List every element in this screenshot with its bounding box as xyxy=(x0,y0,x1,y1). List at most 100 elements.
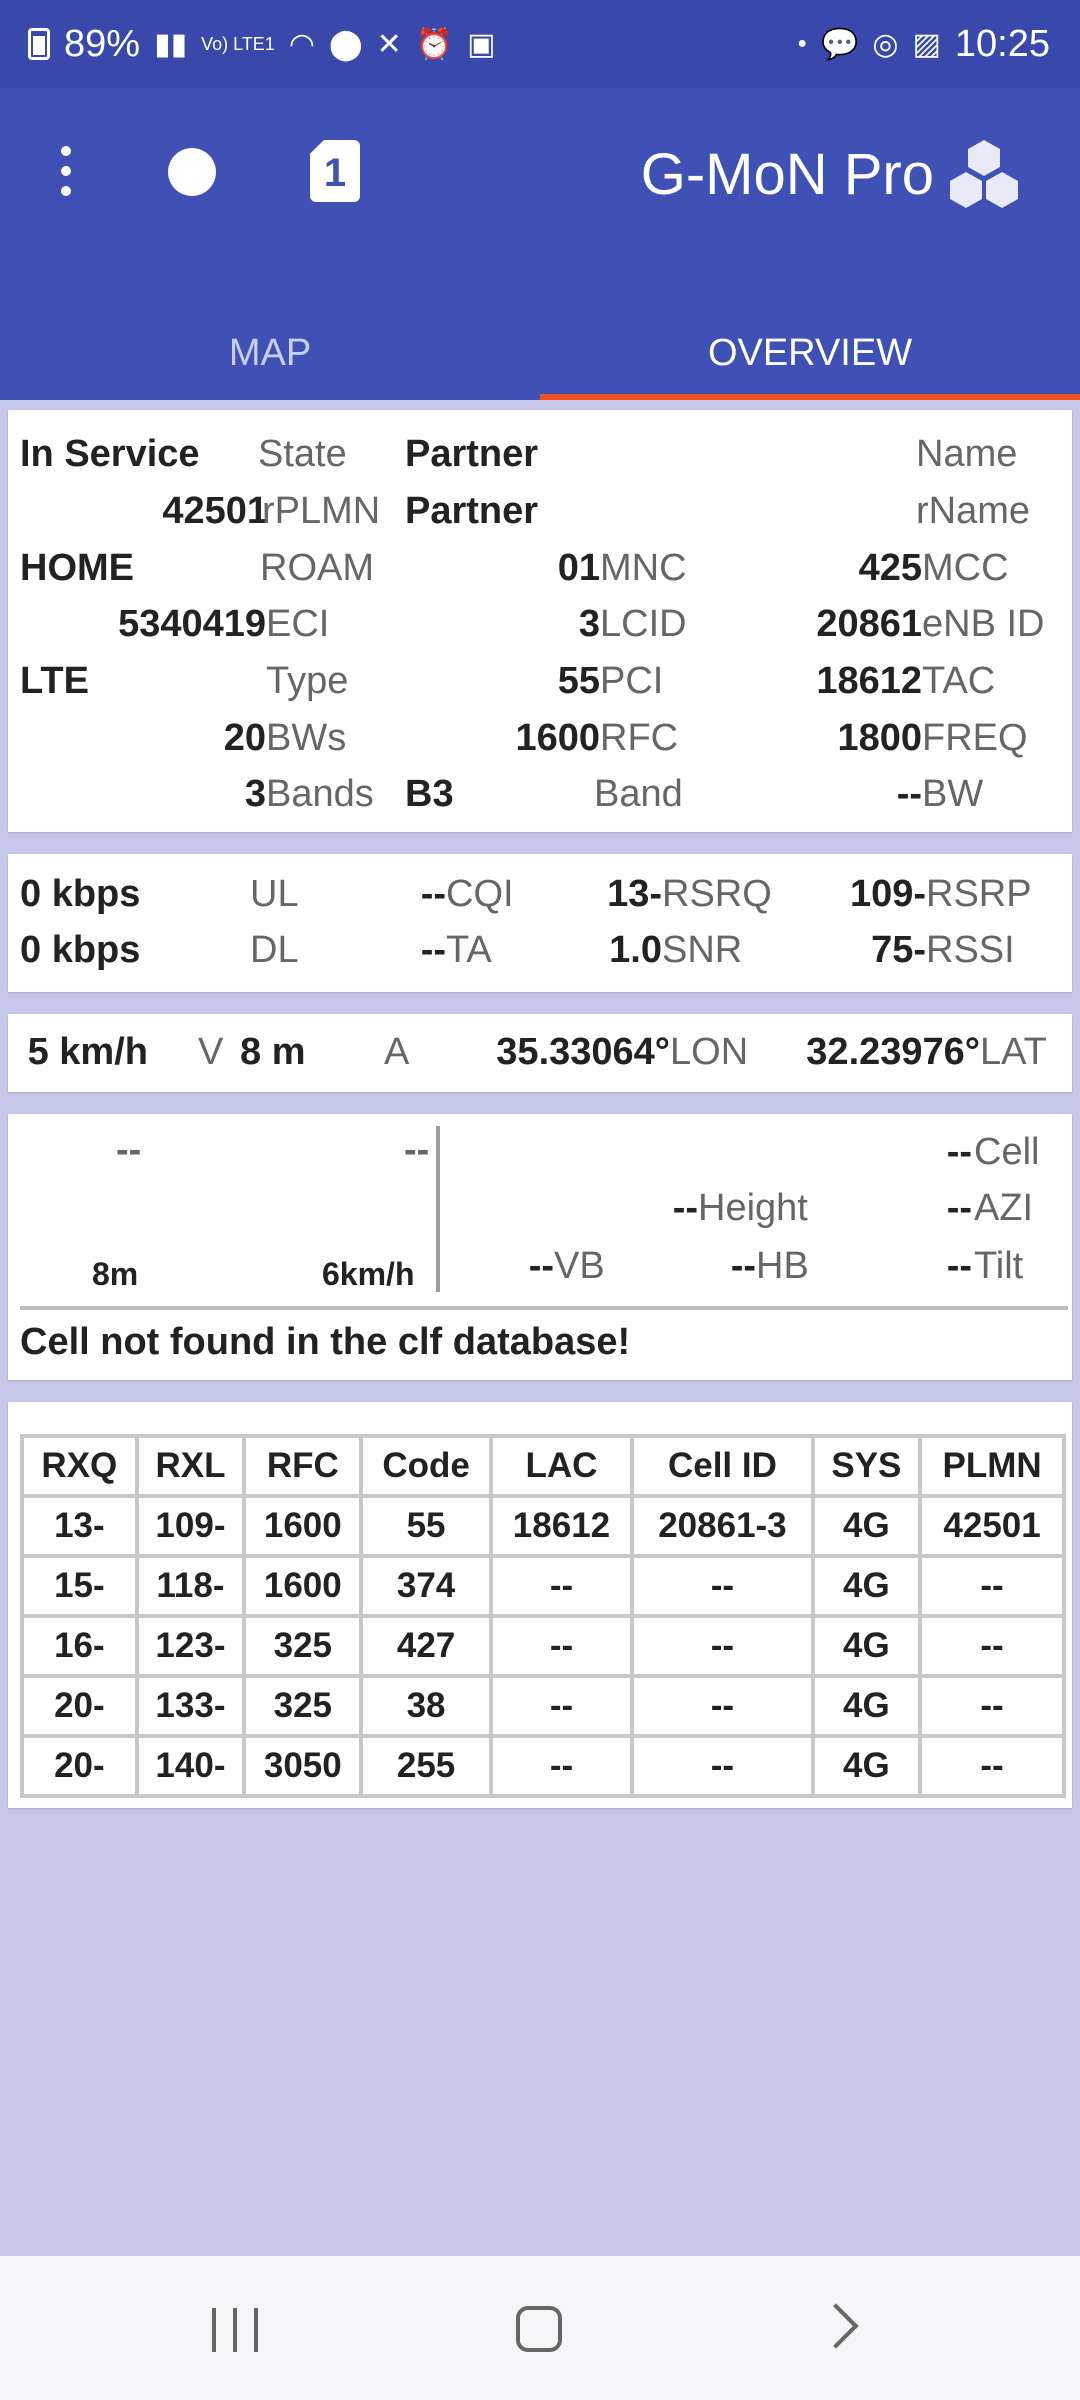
table-cell: -- xyxy=(488,1614,635,1678)
cqi-value: -- xyxy=(420,873,446,915)
table-cell: 20861-3 xyxy=(630,1494,815,1558)
lon-value: 35.33064° xyxy=(496,1031,670,1073)
table-cell: 325 xyxy=(242,1674,364,1738)
table-cell: 4G xyxy=(810,1674,923,1738)
cell-value: -- xyxy=(946,1131,972,1173)
rname-value: Partner xyxy=(405,490,539,532)
column-header-rfc: RFC xyxy=(242,1434,364,1498)
vertical-divider xyxy=(436,1126,440,1292)
altitude-label: A xyxy=(384,1031,410,1073)
column-header-code: Code xyxy=(359,1434,493,1498)
hb-value: -- xyxy=(730,1245,756,1287)
location-card: 5 km/h V 8 m A 35.33064° LON 32.23976° L… xyxy=(8,1014,1072,1092)
azi-value: -- xyxy=(946,1187,972,1229)
freq-value: 1800 xyxy=(837,717,922,759)
table-cell: 4G xyxy=(810,1614,923,1678)
rplmn-label: rPLMN xyxy=(262,490,381,532)
freq-label: FREQ xyxy=(922,717,1028,759)
more-options-icon[interactable] xyxy=(56,146,76,204)
alarm-icon: ⏰ xyxy=(415,27,454,61)
enb-id-value: 20861 xyxy=(816,603,922,645)
type-value: LTE xyxy=(20,660,89,702)
serving-cell-card: In Service State Partner Name 42501 rPLM… xyxy=(8,410,1072,832)
table-cell: -- xyxy=(488,1734,635,1798)
pci-label: PCI xyxy=(600,660,664,702)
ta-value: -- xyxy=(420,929,446,971)
table-cell: 255 xyxy=(359,1734,493,1798)
table-cell: -- xyxy=(488,1674,635,1738)
rsrp-value: 109- xyxy=(849,873,926,915)
system-navigation-bar xyxy=(0,2256,1080,2400)
clf-message: Cell not found in the clf database! xyxy=(20,1321,631,1363)
ta-label: TA xyxy=(446,929,492,971)
table-cell: 118- xyxy=(134,1554,247,1618)
clock: 10:25 xyxy=(954,22,1050,65)
sim-card-icon[interactable]: 1 xyxy=(310,140,360,202)
rname-label: rName xyxy=(916,490,1031,532)
table-cell: 18612 xyxy=(488,1494,635,1558)
mcc-value: 425 xyxy=(858,547,922,589)
lcid-label: LCID xyxy=(600,603,687,645)
home-value: HOME xyxy=(20,547,134,589)
snr-value: 1.0 xyxy=(609,929,662,971)
recent-apps-icon[interactable] xyxy=(212,2308,258,2352)
bw-label: BW xyxy=(922,773,984,815)
app-bar: 1 G-MoN Pro MAP OVERVIEW xyxy=(0,88,1080,400)
signal-card: 0 kbps UL -- CQI 13- RSRQ 109- RSRP 0 kb… xyxy=(8,854,1072,992)
location-icon: ⬤ xyxy=(329,27,363,61)
column-header-rxl: RXL xyxy=(134,1434,247,1498)
table-cell: 15- xyxy=(20,1554,139,1618)
speed-value: 5 km/h xyxy=(27,1031,148,1073)
bw-value: -- xyxy=(896,773,922,815)
status-bar: 89% ▮▮ Vo) LTE1 ◠ ⬤ ✕ ⏰ ▣ ● 💬 ◎ ▨ 10:25 xyxy=(0,0,1080,88)
eci-value: 5340419 xyxy=(118,603,266,645)
table-cell: 427 xyxy=(359,1614,493,1678)
table-cell: 20- xyxy=(20,1674,139,1738)
tab-bar: MAP OVERVIEW xyxy=(0,318,1080,400)
band-value: B3 xyxy=(405,773,454,815)
mnc-value: 01 xyxy=(557,547,600,589)
tac-label: TAC xyxy=(922,660,996,702)
bws-label: BWs xyxy=(266,717,347,759)
table-cell: -- xyxy=(630,1614,815,1678)
lat-value: 32.23976° xyxy=(806,1031,980,1073)
rfc-label: RFC xyxy=(600,717,679,759)
name-value: Partner xyxy=(405,433,539,475)
app-logo-icon xyxy=(950,140,1018,208)
table-cell: 109- xyxy=(134,1494,247,1558)
speed-label: V xyxy=(198,1031,224,1073)
lon-label: LON xyxy=(670,1031,749,1073)
chart-value-1: -- xyxy=(116,1129,142,1171)
column-header-rxq: RXQ xyxy=(20,1434,139,1498)
table-row: 16- 123- 325 427 -- -- 4G -- xyxy=(20,1614,1066,1678)
table-cell: 4G xyxy=(810,1554,923,1618)
table-cell: 16- xyxy=(20,1614,139,1678)
state-label: State xyxy=(258,433,347,475)
snr-label: SNR xyxy=(662,929,743,971)
record-icon[interactable] xyxy=(168,148,216,196)
tab-overview[interactable]: OVERVIEW xyxy=(540,318,1080,400)
table-cell: -- xyxy=(918,1734,1066,1798)
rssi-value: 75- xyxy=(871,929,926,971)
column-header-sys: SYS xyxy=(810,1434,923,1498)
type-label: Type xyxy=(266,660,349,702)
table-cell: 4G xyxy=(810,1734,923,1798)
tilt-value: -- xyxy=(946,1245,972,1287)
cell-info-card: -- -- 8m 6km/h -- Cell -- Height -- AZI … xyxy=(8,1114,1072,1380)
volte-icon: Vo) LTE1 xyxy=(201,34,275,54)
lcid-value: 3 xyxy=(578,603,600,645)
clipboard-icon: ▣ xyxy=(467,27,496,61)
back-icon[interactable] xyxy=(813,2303,859,2349)
tab-map[interactable]: MAP xyxy=(0,318,540,400)
home-icon[interactable] xyxy=(516,2306,562,2352)
app-title: G-MoN Pro xyxy=(640,142,934,207)
rsrq-value: 13- xyxy=(607,873,662,915)
rfc-value: 1600 xyxy=(515,717,600,759)
pci-value: 55 xyxy=(557,660,600,702)
table-cell: 3050 xyxy=(242,1734,364,1798)
table-row: 15- 118- 1600 374 -- -- 4G -- xyxy=(20,1554,1066,1618)
column-header-plmn: PLMN xyxy=(918,1434,1066,1498)
table-cell: -- xyxy=(488,1554,635,1618)
rssi-label: RSSI xyxy=(926,929,1015,971)
rplmn-value: 42501 xyxy=(162,490,268,532)
